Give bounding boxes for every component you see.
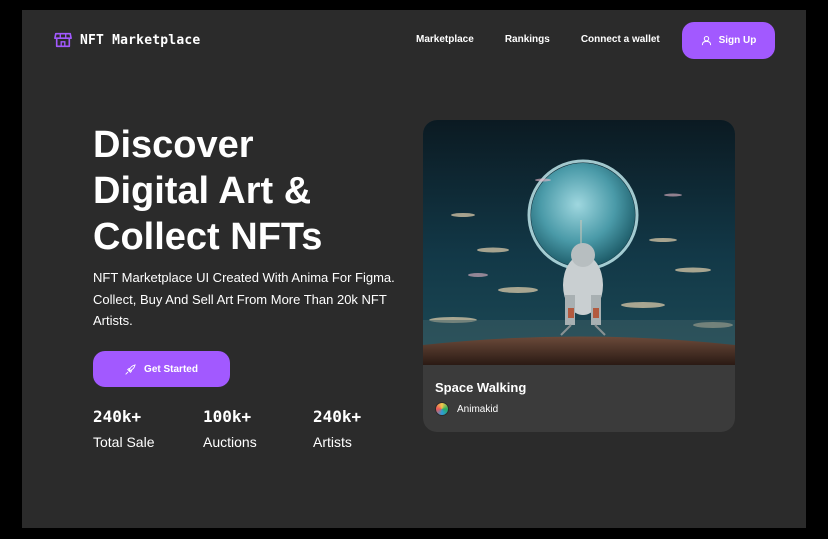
brand-logo[interactable]: NFT Marketplace bbox=[54, 31, 200, 49]
nav-link-rankings[interactable]: Rankings bbox=[505, 34, 550, 45]
artist-name: Animakid bbox=[457, 403, 499, 415]
hero-title-line-3: Collect NFTs bbox=[93, 216, 323, 258]
hero-title: Discover Digital Art & Collect NFTs bbox=[93, 122, 393, 260]
featured-nft-card[interactable]: Space Walking Animakid bbox=[423, 120, 735, 432]
hero-subtitle: NFT Marketplace UI Created With Anima Fo… bbox=[93, 270, 395, 328]
get-started-label: Get Started bbox=[144, 363, 198, 375]
stat-auctions: 100k+ Auctions bbox=[203, 407, 313, 454]
hero-title-line-2: Digital Art & bbox=[93, 170, 312, 212]
nav-link-marketplace[interactable]: Marketplace bbox=[416, 34, 474, 45]
nft-artwork-image bbox=[423, 120, 735, 365]
sign-up-label: Sign Up bbox=[718, 35, 757, 46]
nav-link-connect-wallet[interactable]: Connect a wallet bbox=[581, 34, 660, 45]
artist-row[interactable]: Animakid bbox=[435, 402, 526, 416]
get-started-button[interactable]: Get Started bbox=[93, 351, 230, 387]
card-info: Space Walking Animakid bbox=[435, 379, 526, 416]
rocket-icon bbox=[125, 363, 136, 375]
brand-name: NFT Marketplace bbox=[80, 32, 201, 48]
stat-label: Total Sale bbox=[93, 434, 155, 450]
sign-up-button[interactable]: Sign Up bbox=[682, 22, 775, 59]
storefront-icon bbox=[54, 32, 72, 48]
stat-total-sale: 240k+ Total Sale bbox=[93, 407, 203, 454]
stat-label: Artists bbox=[313, 434, 352, 450]
stat-value: 240k+ bbox=[93, 407, 142, 426]
user-icon bbox=[701, 35, 711, 46]
page-frame: NFT Marketplace Marketplace Rankings Con… bbox=[22, 10, 806, 528]
nft-title[interactable]: Space Walking bbox=[435, 379, 526, 397]
stats-row: 240k+ Total Sale 100k+ Auctions 240k+ Ar… bbox=[93, 407, 423, 454]
stat-value: 100k+ bbox=[203, 407, 252, 426]
artist-avatar bbox=[435, 402, 449, 416]
stat-value: 240k+ bbox=[313, 407, 362, 426]
hero-title-line-1: Discover bbox=[93, 124, 254, 166]
stat-artists: 240k+ Artists bbox=[313, 407, 423, 454]
nav-links: Marketplace Rankings Connect a wallet bbox=[416, 34, 660, 45]
stat-label: Auctions bbox=[203, 434, 257, 450]
